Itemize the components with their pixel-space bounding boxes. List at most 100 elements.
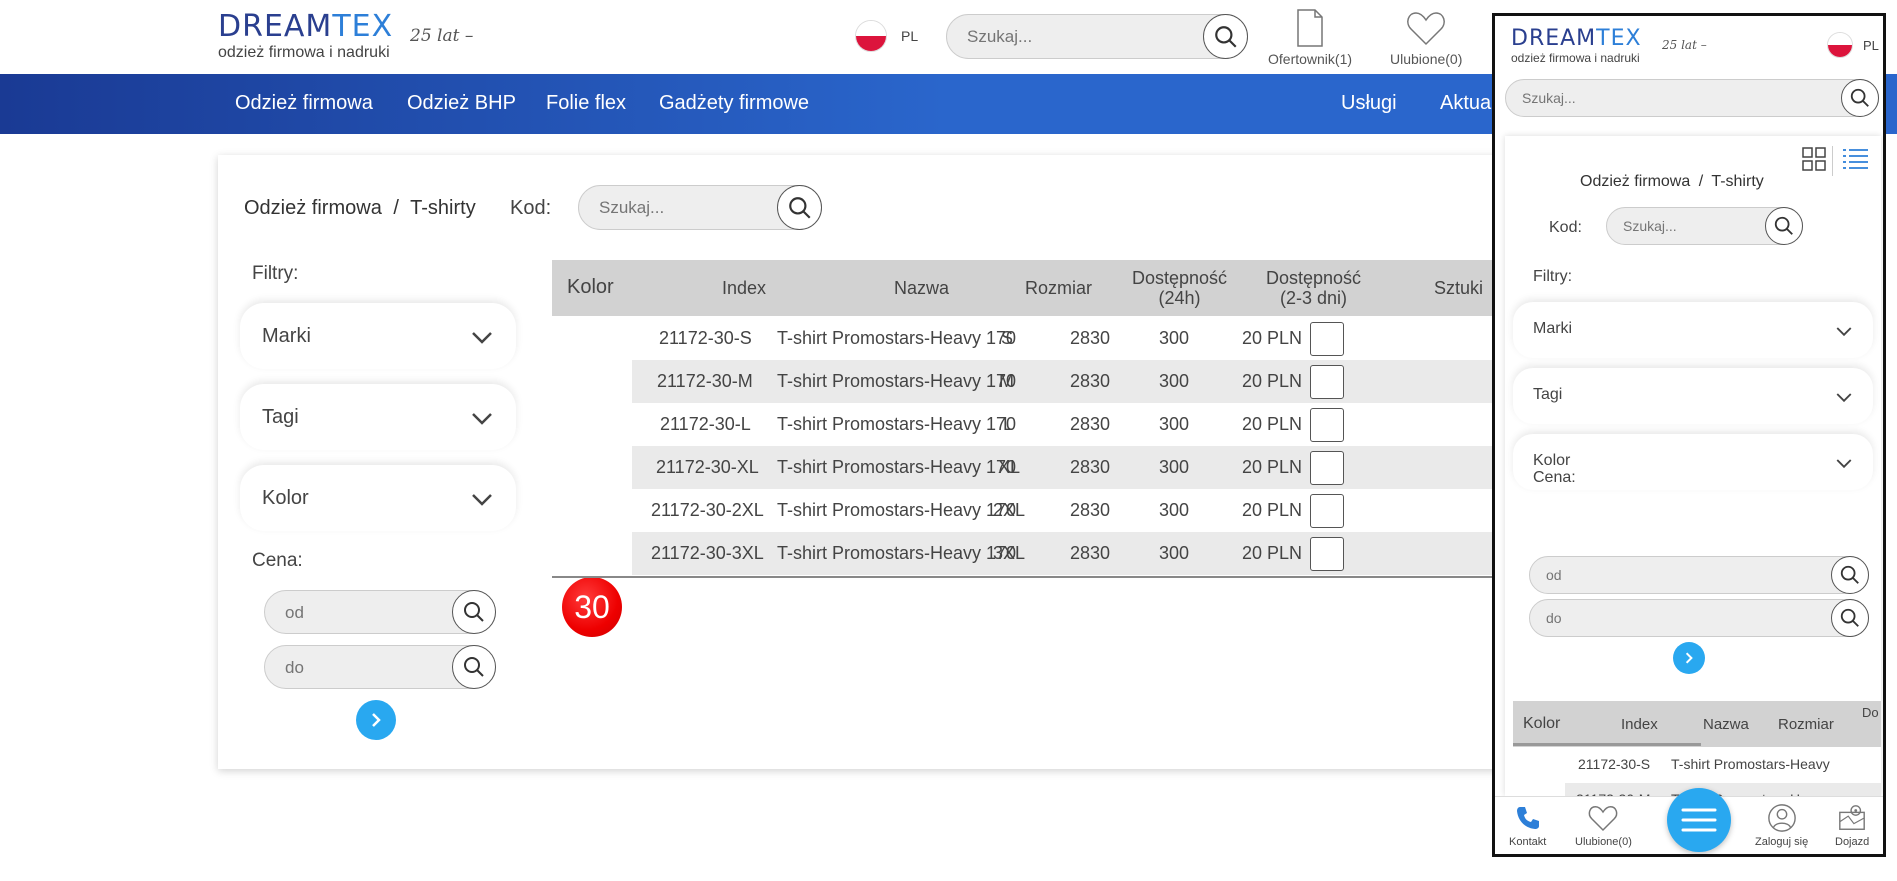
filter-marki[interactable]: Marki <box>240 303 516 369</box>
col-nazwa: Nazwa <box>894 278 950 298</box>
mobile-filter-marki[interactable]: Marki <box>1513 302 1873 358</box>
price-to-field <box>264 645 496 689</box>
mobile-price-from-input[interactable] <box>1546 567 1746 583</box>
search-icon <box>788 196 811 219</box>
nav-item-folie-flex[interactable]: Folie flex <box>546 92 626 115</box>
nav-item-odziez-firmowa[interactable]: Odzież firmowa <box>235 92 373 115</box>
mobile-price-to-search-button[interactable] <box>1831 599 1869 637</box>
mobile-kod-search-button[interactable] <box>1765 207 1803 245</box>
list-view-icon[interactable] <box>1841 146 1869 172</box>
mobile-nav-dojazd[interactable]: Dojazd <box>1835 803 1869 848</box>
quantity-input[interactable] <box>1310 365 1344 399</box>
table-row: 21172-30-S T-shirt Promostars-Heavy 170 … <box>632 317 1518 360</box>
cell-dost23: 300 <box>1159 414 1190 434</box>
mobile-col-rozmiar: Rozmiar <box>1778 716 1834 733</box>
cell-index: 21172-30-L <box>660 414 751 434</box>
phone-icon <box>1516 807 1539 829</box>
search-icon <box>1214 25 1237 48</box>
cell-index: 21172-30-S <box>659 328 752 348</box>
document-icon <box>1297 9 1323 47</box>
cell-index: 21172-30-XL <box>656 457 759 477</box>
mobile-price-to-input[interactable] <box>1546 610 1746 626</box>
price-from-input[interactable] <box>285 603 415 623</box>
mobile-nav-ulubione[interactable]: Ulubione(0) <box>1575 803 1632 848</box>
quantity-input[interactable] <box>1310 494 1344 528</box>
mobile-search-input[interactable] <box>1522 90 1802 106</box>
mobile-table-header: Kolor Index Nazwa Rozmiar Do <box>1513 701 1881 747</box>
language-selector[interactable]: PL <box>855 20 918 52</box>
kod-search-button[interactable] <box>777 185 822 230</box>
price-from-search-button[interactable] <box>452 590 496 634</box>
mobile-menu-button[interactable] <box>1667 788 1731 852</box>
mobile-nav-kontakt[interactable]: Kontakt <box>1509 803 1546 848</box>
mobile-preview-frame: DREAMTEX odzież firmowa i nadruki 25 lat… <box>1492 13 1886 857</box>
mobile-filter-tagi[interactable]: Tagi <box>1513 368 1873 424</box>
breadcrumb: Odzież firmowa / T-shirty <box>244 197 476 220</box>
cell-rozmiar: S <box>1001 328 1014 348</box>
mobile-language-selector[interactable]: PL <box>1827 32 1879 58</box>
mobile-filter-kolor-label: Kolor <box>1533 452 1571 469</box>
mobile-filter-marki-label: Marki <box>1533 320 1573 337</box>
mobile-language-label: PL <box>1863 37 1879 53</box>
mobile-apply-filters-button[interactable] <box>1673 642 1705 674</box>
filters-label: Filtry: <box>252 263 299 284</box>
mobile-price-from-search-button[interactable] <box>1831 556 1869 594</box>
color-swatch-badge[interactable]: 30 <box>562 577 622 637</box>
mobile-nav-zaloguj[interactable]: Zaloguj się <box>1755 803 1808 848</box>
price-label: Cena: <box>252 550 303 571</box>
nav-item-gadzety-firmowe[interactable]: Gadżety firmowe <box>659 92 809 115</box>
table-header: Kolor Index Nazwa Rozmiar Dostępność (24h… <box>552 260 1518 316</box>
header-search <box>946 14 1248 59</box>
cell-nazwa: T-shirt Promostars-Heavy 170 <box>777 543 1017 563</box>
table-row: 21172-30-2XL T-shirt Promostars-Heavy 17… <box>632 489 1518 532</box>
mobile-search <box>1505 79 1879 117</box>
nav-item-aktualnosci[interactable]: Aktual <box>1440 92 1496 115</box>
quantity-input[interactable] <box>1310 322 1344 356</box>
cell-dost23: 300 <box>1159 457 1190 477</box>
table-row: 21172-30-XL T-shirt Promostars-Heavy 170… <box>632 446 1518 489</box>
cell-nazwa: T-shirt Promostars-Heavy 170 <box>777 371 1017 391</box>
site-logo[interactable]: DREAMTEX odzież firmowa i nadruki <box>218 12 393 62</box>
breadcrumb-root[interactable]: Odzież firmowa <box>244 197 382 219</box>
filter-kolor-label: Kolor <box>262 487 309 509</box>
mobile-breadcrumb-root[interactable]: Odzież firmowa <box>1580 173 1690 190</box>
price-to-input[interactable] <box>285 658 415 678</box>
col-dostepnosc-24h: Dostępność (24h) <box>1132 268 1228 308</box>
cell-rozmiar: M <box>999 371 1014 391</box>
filter-tagi[interactable]: Tagi <box>240 384 516 450</box>
nav-item-uslugi[interactable]: Usługi <box>1341 92 1397 115</box>
nav-item-odziez-bhp[interactable]: Odzież BHP <box>407 92 516 115</box>
col-rozmiar: Rozmiar <box>1025 278 1093 298</box>
mobile-kod-search <box>1606 207 1803 245</box>
filter-kolor[interactable]: Kolor <box>240 465 516 531</box>
cell-rozmiar: 3XL <box>993 543 1026 563</box>
mobile-kod-search-input[interactable] <box>1623 218 1753 234</box>
price-from-field <box>264 590 496 634</box>
price-to-search-button[interactable] <box>452 645 496 689</box>
quantity-input[interactable] <box>1310 408 1344 442</box>
ulubione-link[interactable]: Ulubione(0) <box>1390 8 1462 67</box>
ofertownik-link[interactable]: Ofertownik(1) <box>1268 8 1352 67</box>
header-search-input[interactable] <box>967 27 1187 47</box>
mobile-search-button[interactable] <box>1841 79 1879 117</box>
apply-filters-button[interactable] <box>356 700 396 740</box>
cell-rozmiar: 2XL <box>993 500 1026 520</box>
mobile-header-scroll-indicator <box>1513 743 1701 746</box>
cell-dost24: 2830 <box>1070 543 1111 563</box>
table-row: 21172-30-M T-shirt Promostars-Heavy 170 … <box>632 360 1518 403</box>
quantity-input[interactable] <box>1310 451 1344 485</box>
mobile-price-to-field <box>1529 599 1869 637</box>
mobile-col-dostepnosc: Do <box>1862 705 1879 720</box>
cell-cena: 20 PLN <box>1242 457 1303 477</box>
language-label: PL <box>901 28 919 44</box>
mobile-filter-tagi-label: Tagi <box>1533 386 1563 403</box>
mobile-logo[interactable]: DREAMTEX odzież firmowa i nadruki <box>1511 28 1642 66</box>
grid-view-icon[interactable] <box>1801 146 1827 172</box>
kod-search-input[interactable] <box>599 198 759 218</box>
quantity-input[interactable] <box>1310 537 1344 571</box>
filter-tagi-label: Tagi <box>262 406 299 428</box>
heart-icon <box>1407 12 1446 46</box>
cell-dost24: 2830 <box>1070 328 1111 348</box>
header-search-button[interactable] <box>1203 14 1248 59</box>
kod-label: Kod: <box>510 197 552 219</box>
